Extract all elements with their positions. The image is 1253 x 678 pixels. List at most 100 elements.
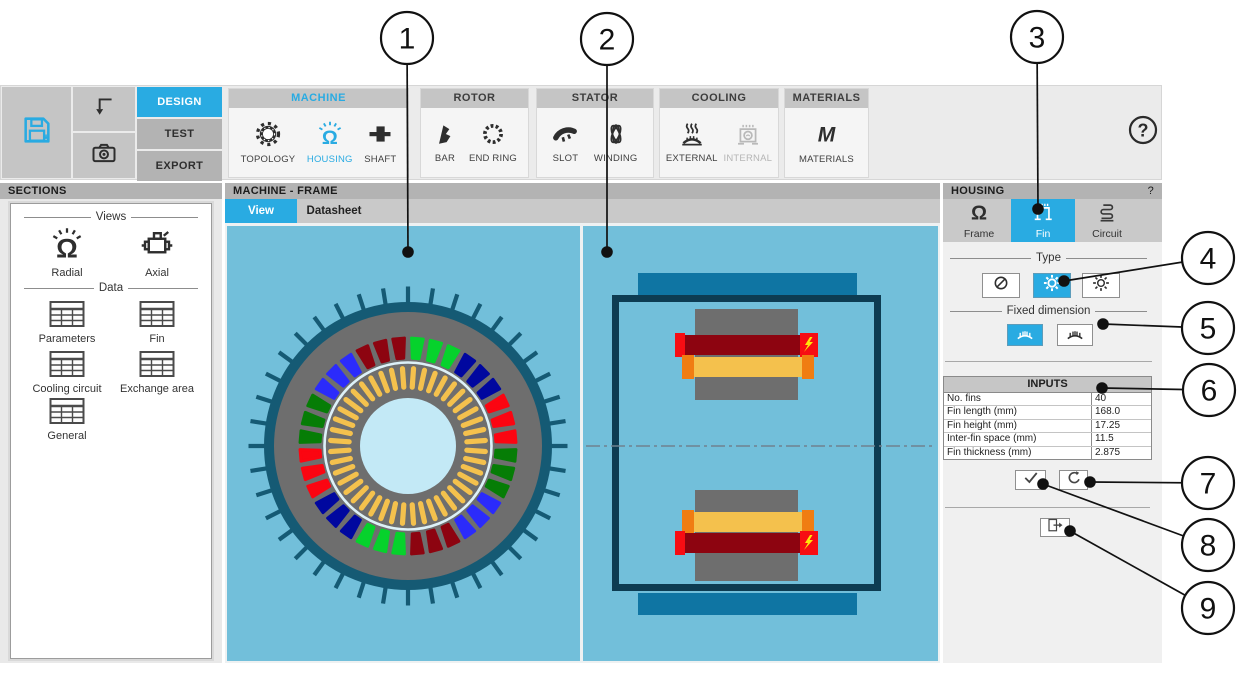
external-cooling-icon <box>679 121 705 150</box>
tab-circuit[interactable]: Circuit <box>1075 199 1139 242</box>
housing-icon: Ω <box>316 120 344 151</box>
tab-frame-label: Frame <box>964 228 994 240</box>
tab-frame[interactable]: Ω Frame <box>947 199 1011 242</box>
help-button[interactable]: ? <box>1127 114 1159 146</box>
data-separator: Data <box>19 282 203 294</box>
tab-datasheet[interactable]: Datasheet <box>297 199 371 223</box>
inputs-table-rows: No. fins40Fin length (mm)168.0Fin height… <box>944 393 1151 459</box>
ribbon-item-housing[interactable]: Ω HOUSING <box>307 120 353 165</box>
sections-panel: Views Ω Radial <box>0 199 222 663</box>
main-tabstrip: View Datasheet <box>225 199 940 223</box>
ribbon-item-topology-label: TOPOLOGY <box>241 154 296 165</box>
shaft-icon <box>366 120 394 151</box>
topology-icon <box>254 120 282 151</box>
housing-tabstrip: Ω Frame Fin <box>943 199 1162 242</box>
mode-design-button[interactable]: DESIGN <box>137 87 222 117</box>
ribbon-item-shaft[interactable]: SHAFT <box>364 120 396 165</box>
callout-number: 1 <box>399 23 416 56</box>
check-icon <box>1022 470 1040 490</box>
type-separator-label: Type <box>1036 252 1061 264</box>
callout-number: 8 <box>1200 530 1217 563</box>
data-parameters-button[interactable]: Parameters <box>29 300 105 345</box>
data-general-button[interactable]: General <box>29 397 105 442</box>
callout-number: 5 <box>1200 313 1217 346</box>
screenshot-button[interactable] <box>73 133 135 178</box>
fin-type-round-button[interactable] <box>1033 273 1071 298</box>
ribbon-item-materials[interactable]: M MATERIALS <box>799 120 854 165</box>
radial-view-icon: Ω <box>47 226 87 265</box>
tab-circuit-label: Circuit <box>1092 228 1122 240</box>
fixed-dim-option2-button[interactable] <box>1057 324 1093 346</box>
table-icon <box>49 397 85 428</box>
ribbon-item-winding-label: WINDING <box>594 153 638 164</box>
data-fin-label: Fin <box>149 333 164 345</box>
inputs-divider <box>945 361 1152 362</box>
data-fin-button[interactable]: Fin <box>119 300 195 345</box>
view-radial-button[interactable]: Ω Radial <box>29 226 105 279</box>
help-icon: ? <box>1127 133 1159 150</box>
views-separator-label: Views <box>96 211 126 223</box>
fin-type-none-button[interactable] <box>982 273 1020 298</box>
insert-button[interactable] <box>73 87 135 131</box>
housing-panel-title: HOUSING <box>951 183 1004 199</box>
round-fins-icon <box>1041 272 1063 299</box>
input-value-cell[interactable]: 168.0 <box>1092 406 1151 418</box>
ribbon-group-cooling: COOLING EXTERNAL <box>659 88 779 178</box>
input-value-cell[interactable]: 17.25 <box>1092 420 1151 432</box>
winding-icon <box>603 121 629 150</box>
ribbon-item-end-ring-label: END RING <box>469 153 517 164</box>
data-cooling-circuit-button[interactable]: Cooling circuit <box>29 350 105 395</box>
mode-export-button[interactable]: EXPORT <box>137 151 222 181</box>
housing-help-icon[interactable]: ? <box>1148 183 1154 199</box>
main-panel-header: MACHINE - FRAME <box>225 183 940 199</box>
export-fin-data-button[interactable] <box>1040 518 1070 537</box>
straight-fins-icon <box>1090 272 1112 299</box>
input-value-cell[interactable]: 40 <box>1092 393 1151 405</box>
mode-test-button[interactable]: TEST <box>137 119 222 149</box>
fixed-dimension-separator-label: Fixed dimension <box>1007 305 1091 317</box>
circuit-icon <box>1095 201 1119 226</box>
ribbon-group-rotor-title: ROTOR <box>421 89 528 108</box>
sections-panel-header: SECTIONS <box>0 183 222 199</box>
fixed-fin-tip-icon <box>1065 325 1085 346</box>
view-axial-button[interactable]: Axial <box>119 226 195 279</box>
callout-number: 6 <box>1201 375 1218 408</box>
internal-cooling-icon <box>735 121 761 150</box>
housing-panel-content: Type <box>943 242 1162 663</box>
fin-icon <box>1031 201 1055 226</box>
axial-view-pane[interactable] <box>583 226 938 661</box>
input-value-cell[interactable]: 2.875 <box>1092 447 1151 459</box>
svg-text:Ω: Ω <box>322 126 338 147</box>
input-value-cell[interactable]: 11.5 <box>1092 433 1151 445</box>
inputs-table: INPUTS No. fins40Fin length (mm)168.0Fin… <box>943 376 1152 460</box>
ribbon-item-winding[interactable]: WINDING <box>594 121 638 164</box>
data-exchange-area-button[interactable]: Exchange area <box>119 350 195 395</box>
ribbon-item-end-ring[interactable]: END RING <box>469 121 517 164</box>
fixed-dim-option1-button[interactable] <box>1007 324 1043 346</box>
svg-text:Ω: Ω <box>971 203 987 224</box>
ribbon-group-stator: STATOR SLOT W <box>536 88 654 178</box>
ribbon-item-slot-label: SLOT <box>553 153 579 164</box>
fixed-dimension-separator: Fixed dimension <box>945 305 1152 317</box>
views-separator: Views <box>19 211 203 223</box>
export-divider <box>945 507 1150 508</box>
svg-text:*: * <box>43 133 50 147</box>
inputs-table-row: Inter-fin space (mm)11.5 <box>944 432 1151 445</box>
ribbon-item-topology[interactable]: TOPOLOGY <box>241 120 296 165</box>
ribbon-item-external[interactable]: EXTERNAL <box>666 121 718 164</box>
radial-view-pane[interactable] <box>227 226 580 661</box>
view-canvas <box>225 223 940 663</box>
fin-type-straight-button[interactable] <box>1082 273 1120 298</box>
reset-button[interactable] <box>1059 470 1088 490</box>
tab-fin[interactable]: Fin <box>1011 199 1075 242</box>
input-label: Fin length (mm) <box>944 406 1092 418</box>
ribbon-item-slot[interactable]: SLOT <box>552 121 578 164</box>
save-button[interactable]: * <box>2 87 71 178</box>
apply-button[interactable] <box>1015 470 1046 490</box>
tab-view[interactable]: View <box>225 199 297 223</box>
input-label: Inter-fin space (mm) <box>944 433 1092 445</box>
ribbon-item-bar[interactable]: BAR <box>432 121 458 164</box>
ribbon-item-internal-label: INTERNAL <box>724 153 773 164</box>
data-separator-label: Data <box>99 282 123 294</box>
ribbon-item-internal: INTERNAL <box>724 121 773 164</box>
